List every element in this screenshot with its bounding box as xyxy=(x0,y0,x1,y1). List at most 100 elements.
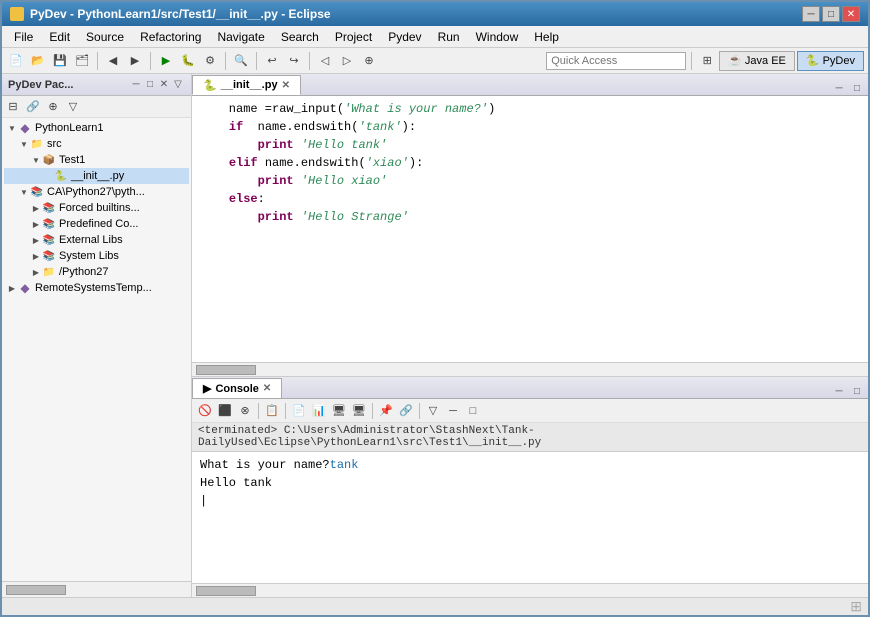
console-clear[interactable]: 🚫 xyxy=(196,402,214,420)
arrow-src[interactable]: ▼ xyxy=(18,138,30,150)
console-btn4[interactable]: 📊 xyxy=(310,402,328,420)
menu-navigate[interactable]: Navigate xyxy=(209,28,272,46)
console-maximize[interactable]: □ xyxy=(850,384,864,398)
toolbar-misc[interactable]: ⊕ xyxy=(359,51,379,71)
toolbar-fwd[interactable]: ▶ xyxy=(125,51,145,71)
arrow-python27b[interactable]: ▶ xyxy=(30,266,42,278)
code-line-6: else: xyxy=(200,190,860,208)
menu-source[interactable]: Source xyxy=(78,28,132,46)
console-minimize-btn[interactable]: ─ xyxy=(444,402,462,420)
console-menu-btn[interactable]: ▽ xyxy=(424,402,442,420)
sidebar-hscroll-thumb[interactable] xyxy=(6,585,66,595)
editor-minimize[interactable]: ─ xyxy=(832,81,846,95)
toolbar-save[interactable]: 💾 xyxy=(50,51,70,71)
tree-item-pythonlearn1[interactable]: ▼ ◆ PythonLearn1 xyxy=(4,120,189,136)
console-maximize-btn[interactable]: □ xyxy=(464,402,482,420)
separator-1 xyxy=(97,52,98,70)
menu-search[interactable]: Search xyxy=(273,28,327,46)
quick-access-input[interactable] xyxy=(546,52,686,70)
window-title: PyDev - PythonLearn1/src/Test1/__init__.… xyxy=(30,7,331,21)
console-stop[interactable]: ⬛ xyxy=(216,402,234,420)
menu-help[interactable]: Help xyxy=(526,28,567,46)
sidebar-close[interactable]: ✕ xyxy=(157,78,171,92)
console-content[interactable]: What is your name?tank Hello tank | xyxy=(192,452,868,583)
sidebar-collapse[interactable]: ⊟ xyxy=(4,98,22,116)
console-hscroll-thumb[interactable] xyxy=(196,586,256,596)
arrow-pythonlearn1[interactable]: ▼ xyxy=(6,122,18,134)
console-stop2[interactable]: ⊗ xyxy=(236,402,254,420)
perspective-open-btn[interactable]: ⊞ xyxy=(697,51,717,71)
console-btn6[interactable]: 🖥 xyxy=(350,402,368,420)
toolbar-new[interactable]: 📄 xyxy=(6,51,26,71)
sidebar-menu-btn[interactable]: ▽ xyxy=(64,98,82,116)
menu-project[interactable]: Project xyxy=(327,28,380,46)
arrow-forced[interactable]: ▶ xyxy=(30,202,42,214)
pydev-label: PyDev xyxy=(823,55,855,67)
menu-bar: File Edit Source Refactoring Navigate Se… xyxy=(2,26,868,48)
arrow-test1[interactable]: ▼ xyxy=(30,154,42,166)
menu-refactoring[interactable]: Refactoring xyxy=(132,28,209,46)
maximize-button[interactable]: □ xyxy=(822,6,840,22)
perspective-pydev[interactable]: 🐍 PyDev xyxy=(797,51,864,71)
arrow-external[interactable]: ▶ xyxy=(30,234,42,246)
toolbar-redo[interactable]: ↪ xyxy=(284,51,304,71)
editor-content[interactable]: name =raw_input('What is your name?') if… xyxy=(192,96,868,362)
arrow-remote[interactable]: ▶ xyxy=(6,282,18,294)
right-panel: 🐍 __init__.py ✕ ─ □ name =raw_input('Wha… xyxy=(192,74,868,597)
arrow-python27[interactable]: ▼ xyxy=(18,186,30,198)
console-link[interactable]: 🔗 xyxy=(397,402,415,420)
perspective-java-ee[interactable]: ☕ Java EE xyxy=(719,51,795,71)
tree-item-system[interactable]: ▶ 📚 System Libs xyxy=(4,248,189,264)
main-area: PyDev Pac... ─ □ ✕ ▽ ⊟ 🔗 ⊕ ▽ ▼ ◆ PythonL… xyxy=(2,74,868,597)
editor-hscroll-thumb[interactable] xyxy=(196,365,256,375)
toolbar-run2[interactable]: ⚙ xyxy=(200,51,220,71)
close-button[interactable]: ✕ xyxy=(842,6,860,22)
tree-item-predefined[interactable]: ▶ 📚 Predefined Co... xyxy=(4,216,189,232)
toolbar-undo[interactable]: ↩ xyxy=(262,51,282,71)
console-tab[interactable]: ▶ Console ✕ xyxy=(192,378,282,398)
minimize-button[interactable]: ─ xyxy=(802,6,820,22)
tree-item-python27[interactable]: ▼ 📚 CA\Python27\pyth... xyxy=(4,184,189,200)
toolbar-nav-fwd[interactable]: ▷ xyxy=(337,51,357,71)
toolbar-open[interactable]: 📂 xyxy=(28,51,48,71)
console-pin[interactable]: 📌 xyxy=(377,402,395,420)
console-tab-close[interactable]: ✕ xyxy=(263,383,271,394)
console-hscroll[interactable] xyxy=(192,583,868,597)
toolbar-back[interactable]: ◀ xyxy=(103,51,123,71)
console-copy[interactable]: 📋 xyxy=(263,402,281,420)
editor-tab-init[interactable]: 🐍 __init__.py ✕ xyxy=(192,75,301,95)
toolbar-search[interactable]: 🔍 xyxy=(231,51,251,71)
tree-item-remote[interactable]: ▶ ◆ RemoteSystemsTemp... xyxy=(4,280,189,296)
sidebar-maximize[interactable]: □ xyxy=(143,78,157,92)
tree-label-init: __init__.py xyxy=(71,170,124,182)
console-minimize[interactable]: ─ xyxy=(832,384,846,398)
tree-item-external[interactable]: ▶ 📚 External Libs xyxy=(4,232,189,248)
sidebar-menu[interactable]: ▽ xyxy=(171,78,185,92)
editor-tab-label: __init__.py xyxy=(221,79,278,91)
sidebar-bottom-scroll[interactable] xyxy=(2,581,191,597)
editor-maximize[interactable]: □ xyxy=(850,81,864,95)
sidebar-minimize[interactable]: ─ xyxy=(129,78,143,92)
menu-file[interactable]: File xyxy=(6,28,41,46)
sidebar-link[interactable]: 🔗 xyxy=(24,98,42,116)
menu-pydev[interactable]: Pydev xyxy=(380,28,429,46)
menu-edit[interactable]: Edit xyxy=(41,28,78,46)
tree-item-python27b[interactable]: ▶ 📁 /Python27 xyxy=(4,264,189,280)
menu-run[interactable]: Run xyxy=(430,28,468,46)
sidebar-new[interactable]: ⊕ xyxy=(44,98,62,116)
toolbar-save-all[interactable]: 🗂 xyxy=(72,51,92,71)
editor-tab-close[interactable]: ✕ xyxy=(282,80,290,91)
console-btn3[interactable]: 📄 xyxy=(290,402,308,420)
arrow-system[interactable]: ▶ xyxy=(30,250,42,262)
tree-item-init-py[interactable]: 🐍 __init__.py xyxy=(4,168,189,184)
tree-item-test1[interactable]: ▼ 📦 Test1 xyxy=(4,152,189,168)
editor-hscroll[interactable] xyxy=(192,362,868,376)
tree-item-src[interactable]: ▼ 📁 src xyxy=(4,136,189,152)
toolbar-debug[interactable]: 🐛 xyxy=(178,51,198,71)
toolbar-run[interactable]: ▶ xyxy=(156,51,176,71)
arrow-predefined[interactable]: ▶ xyxy=(30,218,42,230)
tree-item-forced[interactable]: ▶ 📚 Forced builtins... xyxy=(4,200,189,216)
menu-window[interactable]: Window xyxy=(468,28,527,46)
toolbar-nav-back[interactable]: ◁ xyxy=(315,51,335,71)
console-btn5[interactable]: 🖥 xyxy=(330,402,348,420)
